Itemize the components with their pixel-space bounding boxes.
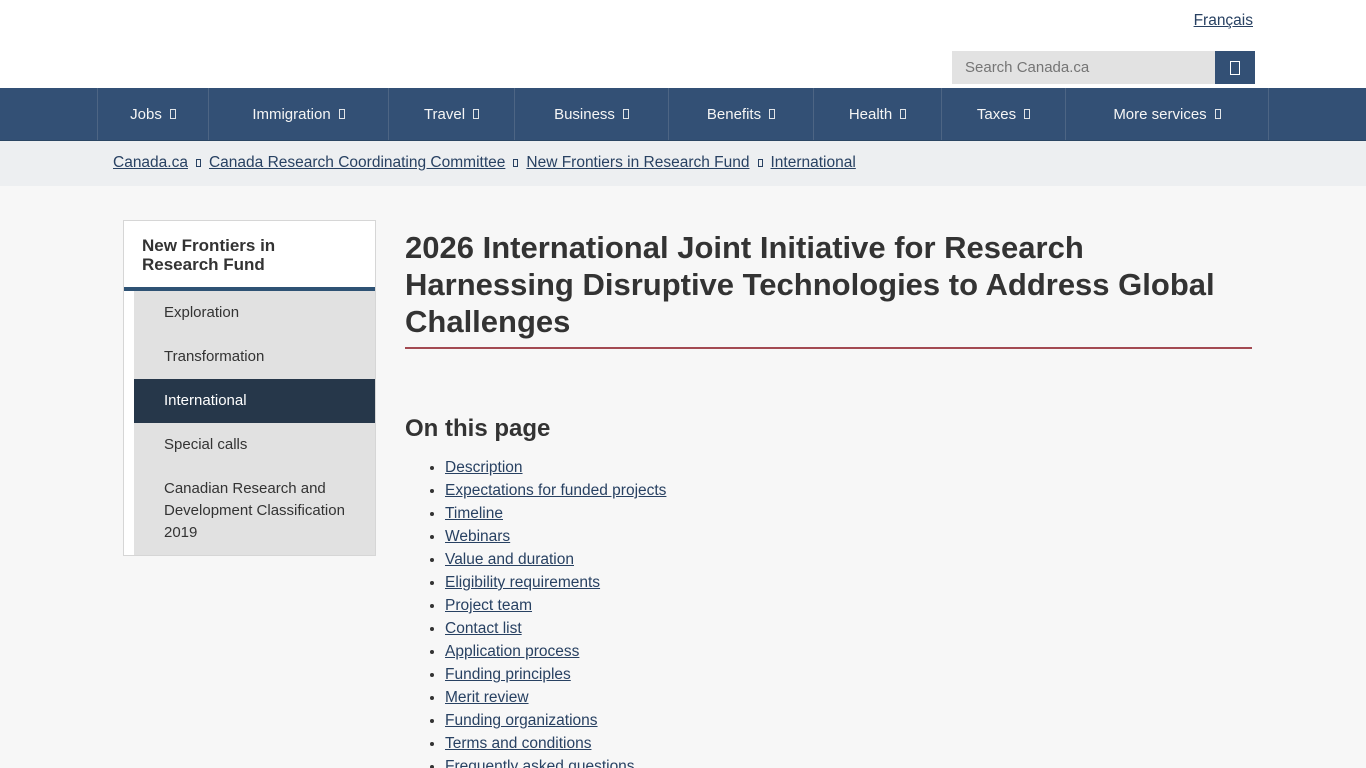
search-button[interactable] bbox=[1215, 51, 1255, 84]
menu-item-label: More services bbox=[1113, 106, 1206, 123]
menu-item-benefits[interactable]: Benefits bbox=[668, 88, 813, 140]
toc-link-funding-principles[interactable]: Funding principles bbox=[445, 666, 571, 683]
toc-item: Timeline bbox=[445, 502, 1252, 525]
sidebar-item-crdc-2019[interactable]: Canadian Research and Development Classi… bbox=[134, 467, 375, 555]
on-this-page-list: Description Expectations for funded proj… bbox=[405, 456, 1252, 768]
toc-link-eligibility[interactable]: Eligibility requirements bbox=[445, 574, 600, 591]
breadcrumb-link-international[interactable]: International bbox=[771, 154, 856, 171]
page-title: 2026 International Joint Initiative for … bbox=[405, 229, 1252, 340]
menu-item-label: Travel bbox=[424, 106, 465, 123]
menu-item-label: Business bbox=[554, 106, 615, 123]
toc-link-description[interactable]: Description bbox=[445, 459, 523, 476]
chevron-right-icon bbox=[196, 159, 201, 167]
menu-spacer bbox=[0, 88, 97, 140]
breadcrumb-link-nfrf[interactable]: New Frontiers in Research Fund bbox=[526, 154, 749, 171]
sidebar-item-transformation[interactable]: Transformation bbox=[134, 335, 375, 379]
page: Français Jobs Immigration Travel Busines… bbox=[0, 0, 1366, 768]
title-rule bbox=[405, 347, 1252, 349]
toc-item: Terms and conditions bbox=[445, 732, 1252, 755]
toc-link-project-team[interactable]: Project team bbox=[445, 597, 532, 614]
main-menu: Jobs Immigration Travel Business Benefit… bbox=[0, 88, 1366, 141]
menu-item-more-services[interactable]: More services bbox=[1065, 88, 1268, 140]
toc-link-faq[interactable]: Frequently asked questions bbox=[445, 758, 635, 768]
toc-link-expectations[interactable]: Expectations for funded projects bbox=[445, 482, 666, 499]
toc-link-application-process[interactable]: Application process bbox=[445, 643, 579, 660]
language-toggle-link[interactable]: Français bbox=[1194, 12, 1253, 30]
breadcrumb: Canada.ca Canada Research Coordinating Co… bbox=[0, 141, 1366, 186]
menu-item-health[interactable]: Health bbox=[813, 88, 941, 140]
toc-link-timeline[interactable]: Timeline bbox=[445, 505, 503, 522]
chevron-down-icon bbox=[1215, 109, 1221, 119]
toc-item: Eligibility requirements bbox=[445, 571, 1252, 594]
menu-item-label: Health bbox=[849, 106, 892, 123]
menu-item-business[interactable]: Business bbox=[514, 88, 668, 140]
toc-item: Funding principles bbox=[445, 663, 1252, 686]
toc-item: Webinars bbox=[445, 525, 1252, 548]
toc-item: Frequently asked questions bbox=[445, 755, 1252, 768]
toc-link-value-duration[interactable]: Value and duration bbox=[445, 551, 574, 568]
toc-item: Expectations for funded projects bbox=[445, 479, 1252, 502]
toc-link-merit-review[interactable]: Merit review bbox=[445, 689, 529, 706]
search-input[interactable] bbox=[952, 51, 1215, 84]
sidebar-item-exploration[interactable]: Exploration bbox=[134, 291, 375, 335]
sidebar-item-international[interactable]: International bbox=[134, 379, 375, 423]
section-menu-list: Exploration Transformation International… bbox=[134, 291, 375, 555]
menu-item-label: Immigration bbox=[252, 106, 330, 123]
chevron-down-icon bbox=[473, 109, 479, 119]
menu-item-label: Jobs bbox=[130, 106, 162, 123]
section-menu: New Frontiers in Research Fund Explorati… bbox=[123, 220, 376, 556]
chevron-down-icon bbox=[170, 109, 176, 119]
main-content: 2026 International Joint Initiative for … bbox=[405, 220, 1252, 768]
toc-item: Merit review bbox=[445, 686, 1252, 709]
menu-item-taxes[interactable]: Taxes bbox=[941, 88, 1065, 140]
section-menu-title: New Frontiers in Research Fund bbox=[124, 221, 375, 287]
toc-item: Contact list bbox=[445, 617, 1252, 640]
toc-link-contact-list[interactable]: Contact list bbox=[445, 620, 522, 637]
toc-item: Funding organizations bbox=[445, 709, 1252, 732]
menu-item-label: Taxes bbox=[977, 106, 1016, 123]
chevron-right-icon bbox=[758, 159, 763, 167]
toc-item: Project team bbox=[445, 594, 1252, 617]
chevron-down-icon bbox=[623, 109, 629, 119]
menu-item-immigration[interactable]: Immigration bbox=[208, 88, 388, 140]
sidebar-item-special-calls[interactable]: Special calls bbox=[134, 423, 375, 467]
site-header: Français bbox=[0, 0, 1366, 88]
toc-item: Description bbox=[445, 456, 1252, 479]
toc-link-terms-conditions[interactable]: Terms and conditions bbox=[445, 735, 591, 752]
chevron-right-icon bbox=[513, 159, 518, 167]
menu-item-jobs[interactable]: Jobs bbox=[97, 88, 208, 140]
breadcrumb-link-crcc[interactable]: Canada Research Coordinating Committee bbox=[209, 154, 505, 171]
toc-link-funding-organizations[interactable]: Funding organizations bbox=[445, 712, 598, 729]
chevron-down-icon bbox=[769, 109, 775, 119]
breadcrumb-link-canada-ca[interactable]: Canada.ca bbox=[113, 154, 188, 171]
menu-item-travel[interactable]: Travel bbox=[388, 88, 514, 140]
chevron-down-icon bbox=[900, 109, 906, 119]
site-search bbox=[952, 51, 1255, 84]
menu-spacer bbox=[1268, 88, 1366, 140]
chevron-down-icon bbox=[339, 109, 345, 119]
on-this-page-heading: On this page bbox=[405, 415, 1252, 443]
menu-item-label: Benefits bbox=[707, 106, 761, 123]
toc-item: Value and duration bbox=[445, 548, 1252, 571]
toc-item: Application process bbox=[445, 640, 1252, 663]
search-icon bbox=[1230, 61, 1240, 75]
chevron-down-icon bbox=[1024, 109, 1030, 119]
toc-link-webinars[interactable]: Webinars bbox=[445, 528, 510, 545]
